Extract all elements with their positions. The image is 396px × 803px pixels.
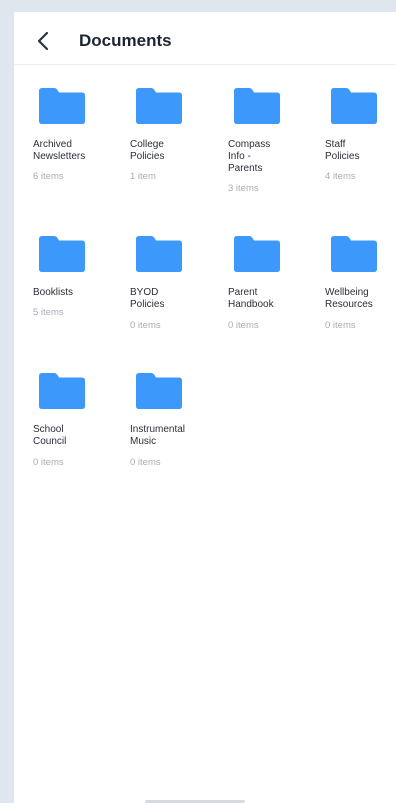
chevron-left-icon (37, 31, 49, 51)
folder-name: Archived Newsletters (33, 139, 86, 162)
folder-name: Wellbeing Resources (325, 287, 373, 310)
folder-item-count: 0 items (228, 320, 259, 331)
folder-icon (331, 88, 377, 124)
folder-item-count: 0 items (325, 320, 356, 331)
folder-item-count: 3 items (228, 183, 259, 194)
folder-icon (39, 373, 85, 409)
folder-item-count: 1 item (130, 171, 156, 182)
folder-name: Instrumental Music (130, 424, 186, 447)
folder-icon (331, 236, 377, 272)
folder-name: School Council (33, 424, 67, 447)
folder-name: BYOD Policies (130, 287, 165, 310)
page-title: Documents (79, 31, 172, 50)
folder-icon (136, 88, 182, 124)
folder-item-count: 6 items (33, 171, 64, 182)
folder-name: College Policies (130, 139, 165, 162)
folder-item-count: 4 items (325, 171, 356, 182)
folder-name: Parent Handbook (228, 287, 274, 310)
folder-name: Booklists (33, 287, 74, 298)
folder-icon (234, 88, 280, 124)
folder-name: Compass Info - Parents (228, 139, 271, 174)
folder-icon (39, 88, 85, 124)
back-button[interactable] (32, 28, 54, 54)
folder-icon (39, 236, 85, 272)
folder-icon (136, 373, 182, 409)
folder-icon (136, 236, 182, 272)
app-header: Documents (14, 12, 396, 65)
folder-name: Staff Policies (325, 139, 360, 162)
folder-item-count: 0 items (130, 457, 161, 468)
folder-icon (234, 236, 280, 272)
folder-item-count: 0 items (130, 320, 161, 331)
documents-panel: Documents Archived Newsletters 6 items C… (14, 12, 396, 803)
folder-item-count: 0 items (33, 457, 64, 468)
folder-item-count: 5 items (33, 307, 64, 318)
